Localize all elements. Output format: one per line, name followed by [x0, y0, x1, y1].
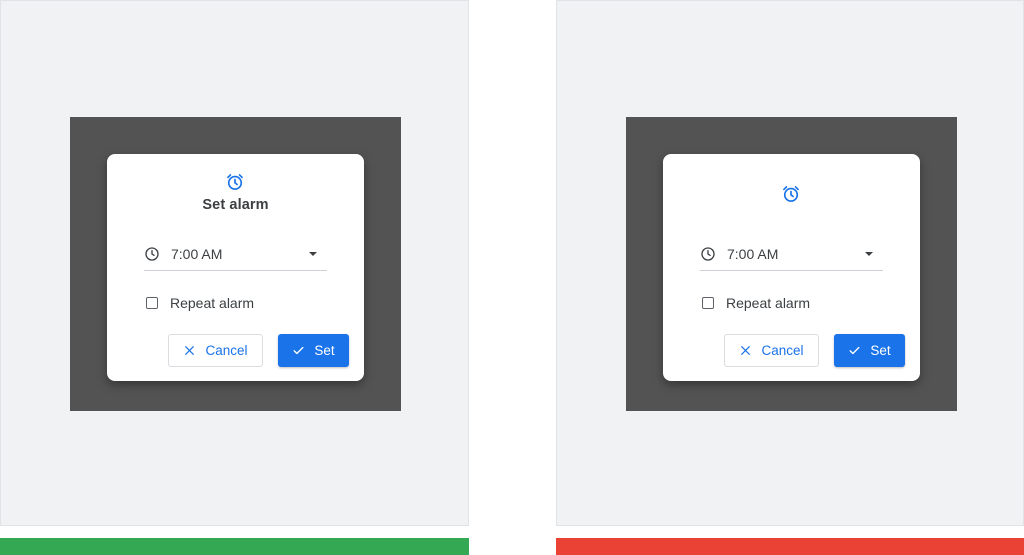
example-panel-incorrect: 7:00 AM Repeat alarm Cancel Set	[556, 0, 1024, 555]
check-icon	[848, 344, 861, 357]
incorrect-indicator-bar	[556, 538, 1024, 555]
cancel-button-label: Cancel	[205, 343, 248, 358]
panel-background: Set alarm 7:00 AM Repeat alarm Cancel Se…	[0, 0, 469, 526]
set-alarm-dialog: Set alarm 7:00 AM Repeat alarm Cancel Se…	[107, 154, 364, 381]
modal-scrim: 7:00 AM Repeat alarm Cancel Set	[626, 117, 957, 411]
repeat-alarm-label: Repeat alarm	[726, 295, 811, 311]
modal-scrim: Set alarm 7:00 AM Repeat alarm Cancel Se…	[70, 117, 401, 411]
repeat-alarm-label: Repeat alarm	[170, 295, 255, 311]
dropdown-arrow-icon[interactable]	[309, 252, 317, 256]
repeat-alarm-checkbox[interactable]	[702, 297, 714, 309]
close-icon	[739, 344, 752, 357]
set-button[interactable]: Set	[278, 334, 349, 367]
clock-icon	[144, 246, 160, 262]
alarm-clock-icon	[781, 184, 801, 204]
time-value: 7:00 AM	[171, 246, 223, 262]
cancel-button-label: Cancel	[761, 343, 804, 358]
example-panel-correct: Set alarm 7:00 AM Repeat alarm Cancel Se…	[0, 0, 469, 555]
cancel-button[interactable]: Cancel	[724, 334, 819, 367]
correct-indicator-bar	[0, 538, 469, 555]
time-select-field[interactable]: 7:00 AM	[700, 240, 883, 271]
dialog-title: Set alarm	[202, 197, 269, 213]
alarm-clock-icon	[225, 172, 245, 192]
set-button-label: Set	[314, 343, 335, 358]
dropdown-arrow-icon[interactable]	[865, 252, 873, 256]
panel-background: 7:00 AM Repeat alarm Cancel Set	[556, 0, 1024, 526]
repeat-alarm-checkbox[interactable]	[146, 297, 158, 309]
set-button[interactable]: Set	[834, 334, 905, 367]
cancel-button[interactable]: Cancel	[168, 334, 263, 367]
time-select-field[interactable]: 7:00 AM	[144, 240, 327, 271]
clock-icon	[700, 246, 716, 262]
time-value: 7:00 AM	[727, 246, 779, 262]
set-button-label: Set	[870, 343, 891, 358]
set-alarm-dialog: 7:00 AM Repeat alarm Cancel Set	[663, 154, 920, 381]
close-icon	[183, 344, 196, 357]
check-icon	[292, 344, 305, 357]
